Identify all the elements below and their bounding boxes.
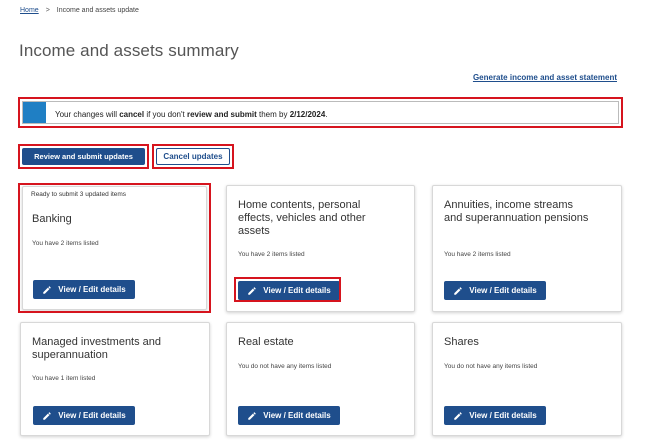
cancel-button-highlight: Cancel updates: [152, 144, 234, 169]
view-edit-button[interactable]: View / Edit details: [33, 406, 135, 425]
breadcrumb-separator: >: [45, 7, 50, 14]
alert-message: Your changes will cancel if you don't re…: [55, 110, 328, 119]
view-edit-button[interactable]: View / Edit details: [444, 406, 546, 425]
card-subtitle: You have 2 items listed: [444, 251, 511, 258]
pencil-icon: [248, 411, 256, 420]
view-edit-label: View / Edit details: [263, 286, 331, 295]
card-title: Banking: [32, 213, 72, 225]
card-title: Shares: [444, 336, 479, 348]
card-subtitle: You have 1 item listed: [32, 375, 96, 382]
review-and-submit-button[interactable]: Review and submit updates: [22, 148, 145, 165]
alert-accent-bar: [23, 102, 46, 123]
view-edit-button[interactable]: View / Edit details: [238, 406, 340, 425]
pencil-icon: [248, 286, 256, 295]
cancel-updates-button[interactable]: Cancel updates: [156, 148, 230, 165]
pencil-icon: [43, 285, 51, 294]
card-title: Real estate: [238, 336, 294, 348]
cancel-warning-alert: Your changes will cancel if you don't re…: [18, 97, 623, 128]
pencil-icon: [454, 411, 462, 420]
card-title: Managed investments and superannuation: [32, 336, 162, 361]
view-edit-label: View / Edit details: [58, 411, 126, 420]
breadcrumb-current: Income and assets update: [56, 7, 139, 14]
pencil-icon: [43, 411, 51, 420]
view-edit-button[interactable]: View / Edit details: [238, 281, 340, 300]
view-edit-button[interactable]: View / Edit details: [444, 281, 546, 300]
card-home-contents: Home contents, personal effects, vehicle…: [226, 185, 415, 312]
generate-statement-link[interactable]: Generate income and asset statement: [473, 73, 617, 82]
card-annuities: Annuities, income streams and superannua…: [432, 185, 622, 312]
breadcrumb-home-link[interactable]: Home: [20, 7, 39, 14]
review-button-highlight: Review and submit updates: [18, 144, 149, 169]
card-subtitle: You do not have any items listed: [238, 363, 332, 370]
card-real-estate: Real estate You do not have any items li…: [226, 322, 415, 436]
view-edit-button[interactable]: View / Edit details: [33, 280, 135, 299]
breadcrumb: Home > Income and assets update: [20, 7, 139, 14]
card-shares: Shares You do not have any items listed …: [432, 322, 622, 436]
view-edit-label: View / Edit details: [263, 411, 331, 420]
page-title: Income and assets summary: [19, 41, 239, 60]
card-subtitle: You do not have any items listed: [444, 363, 538, 370]
card-subtitle: You have 2 items listed: [238, 251, 305, 258]
pencil-icon: [454, 286, 462, 295]
view-edit-label: View / Edit details: [58, 285, 126, 294]
card-title: Home contents, personal effects, vehicle…: [238, 199, 366, 237]
card-banking: Ready to submit 3 updated items Banking …: [22, 186, 207, 310]
view-edit-label: View / Edit details: [469, 411, 537, 420]
card-title: Annuities, income streams and superannua…: [444, 199, 589, 224]
view-edit-label: View / Edit details: [469, 286, 537, 295]
card-status: Ready to submit 3 updated items: [31, 191, 127, 198]
card-subtitle: You have 2 items listed: [32, 240, 99, 247]
card-managed-investments: Managed investments and superannuation Y…: [20, 322, 210, 436]
